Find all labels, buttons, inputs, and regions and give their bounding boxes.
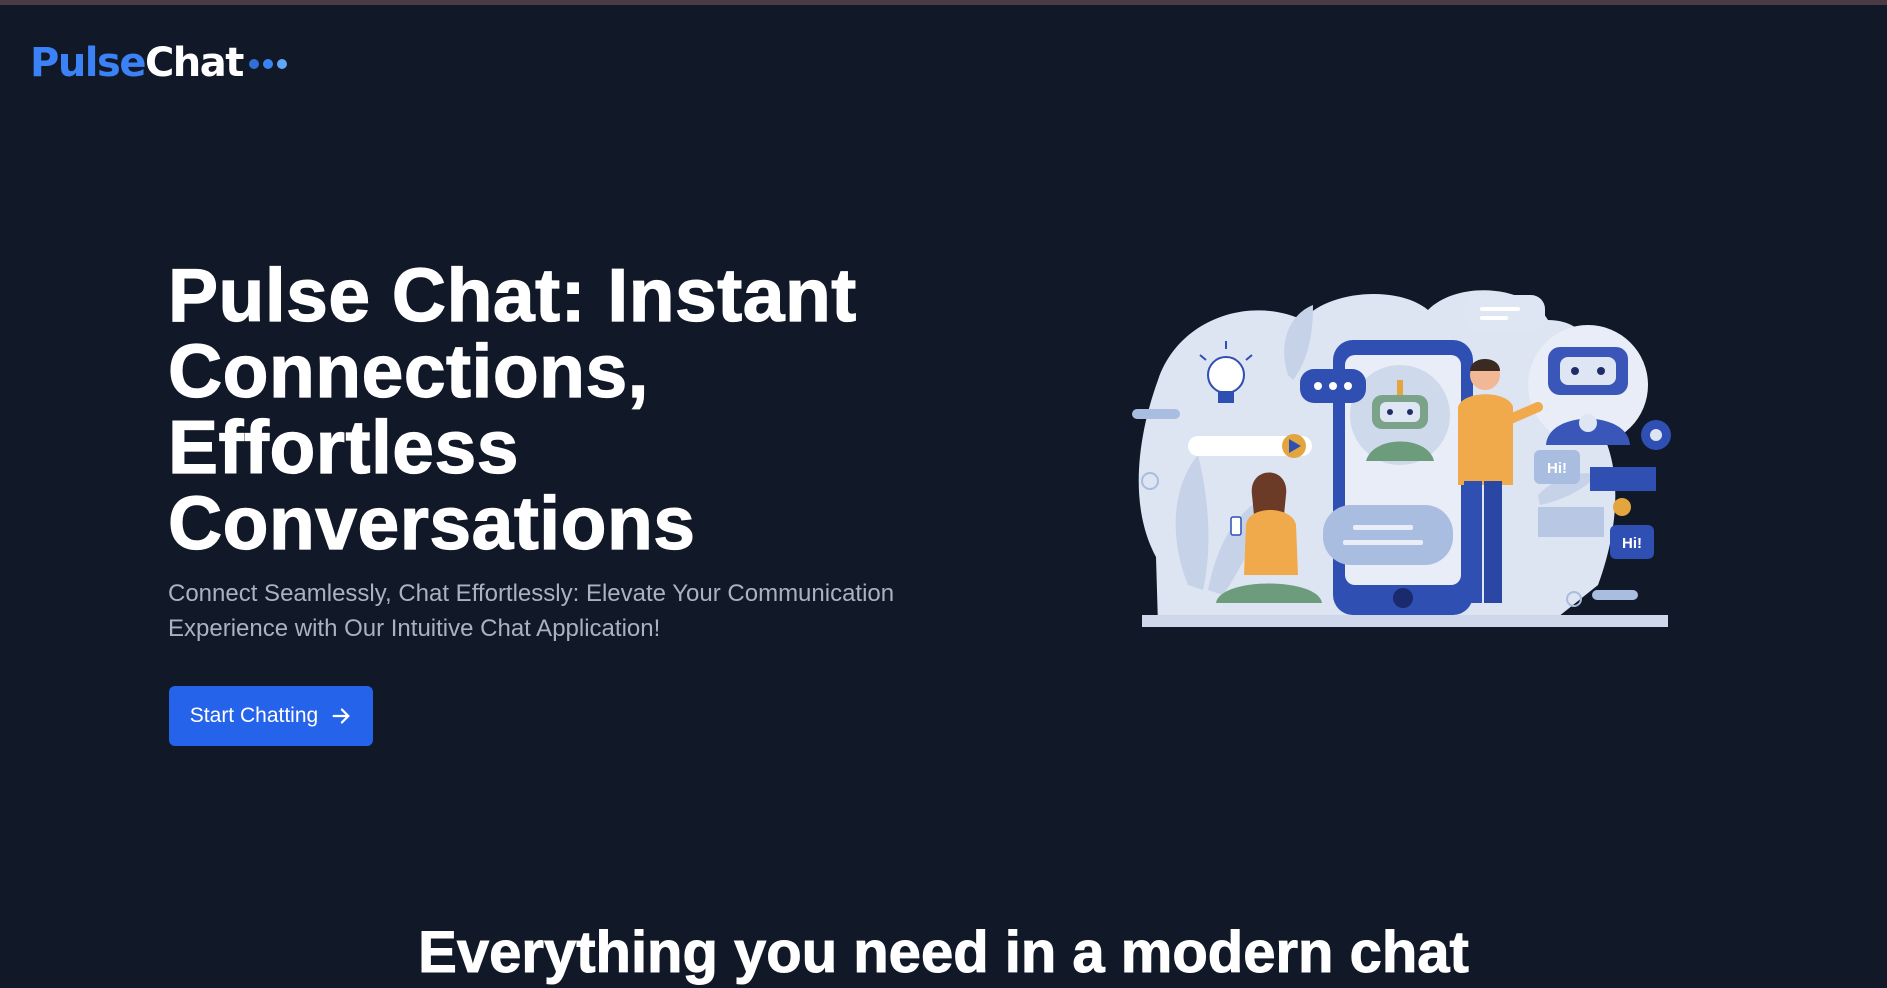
top-chat-bubble [1465,295,1545,331]
logo-text-chat: Chat [144,40,244,86]
phone-chat-bubble [1323,505,1453,565]
phone-home-button [1393,588,1413,608]
logo-dots-icon [248,59,287,69]
top-border [0,0,1887,5]
start-chatting-button[interactable]: Start Chatting [169,686,373,746]
chat-illustration: Hi! Hi! [1132,290,1671,627]
emoji-icon [1613,498,1631,516]
logo-text-pulse: Pulse [30,40,146,86]
hero-title: Pulse Chat: Instant Connections, Effortl… [167,253,857,565]
hi-bubble-right-text: Hi! [1622,535,1642,552]
hi-bubble-left-text: Hi! [1547,460,1567,477]
start-chatting-label: Start Chatting [189,704,319,727]
logo[interactable]: Pulse Chat [30,42,287,84]
gear-icon [1641,420,1671,450]
hero-subtitle: Connect Seamlessly, Chat Effortlessly: E… [168,580,895,642]
floor-line [1142,615,1668,627]
features-section-title: Everything you need in a modern chat [418,920,1470,986]
arrow-right-icon [332,708,350,724]
